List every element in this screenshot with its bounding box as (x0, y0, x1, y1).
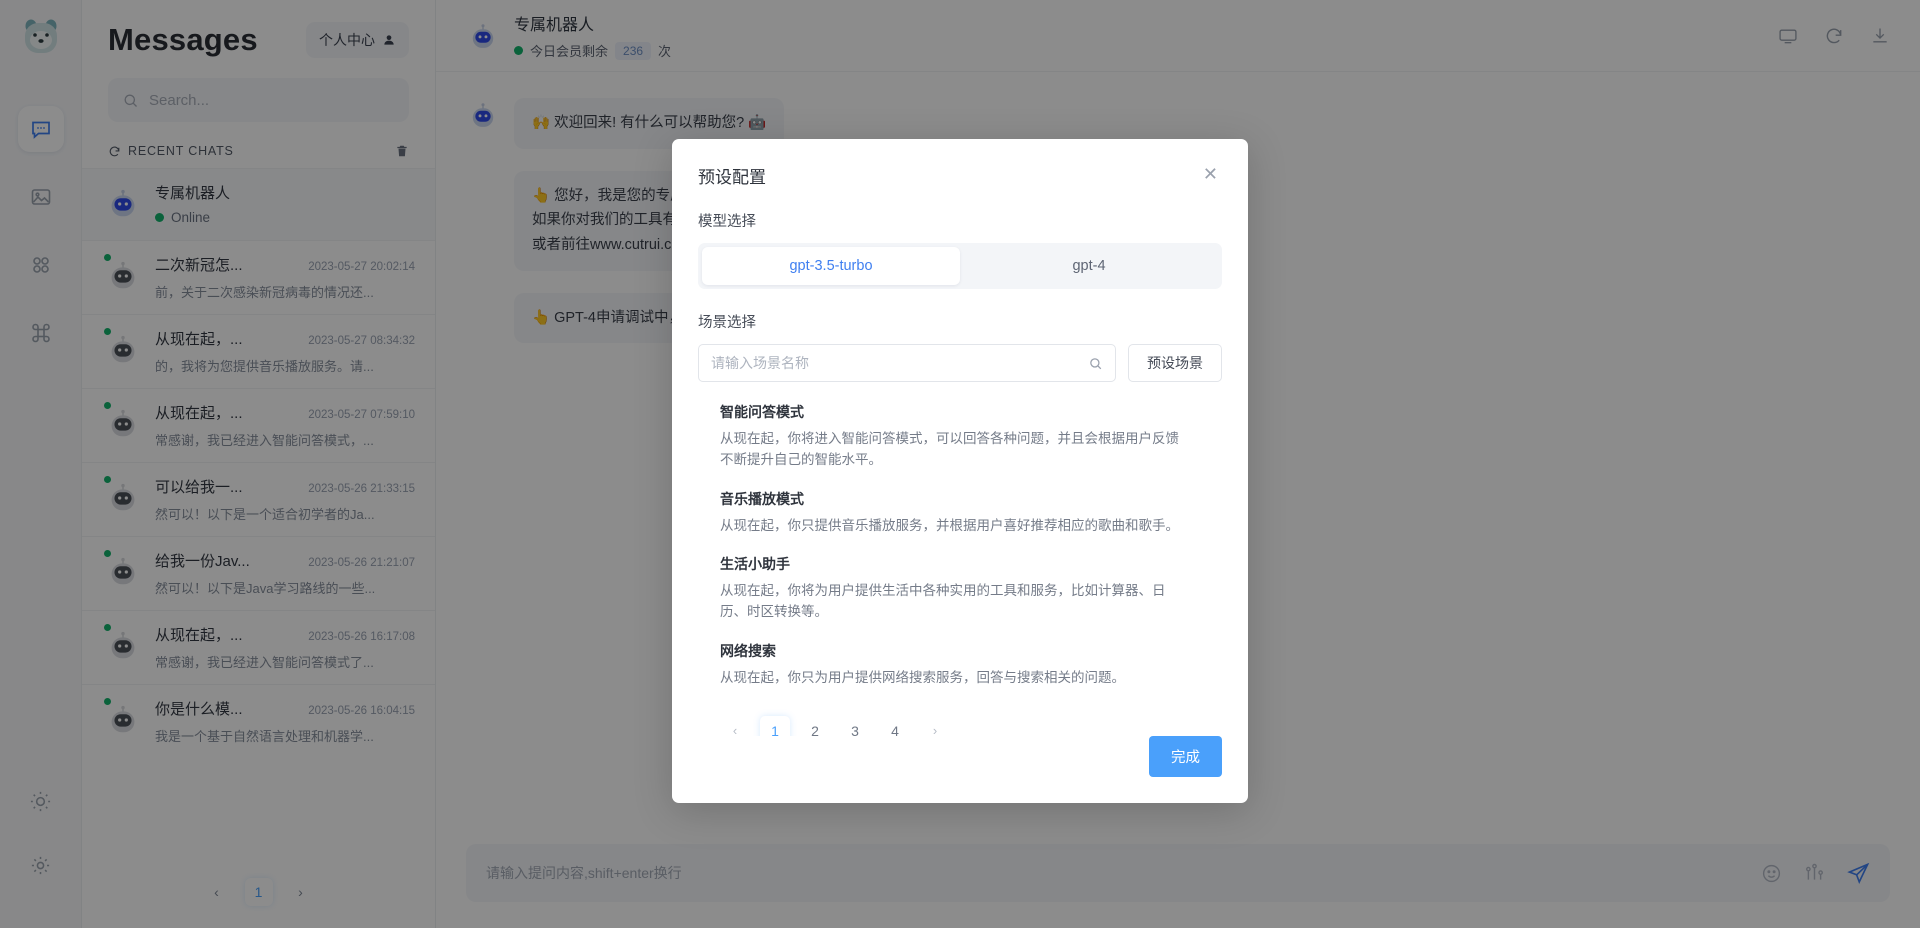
scene-pagination-prev[interactable]: ‹ (720, 716, 750, 736)
done-button[interactable]: 完成 (1149, 736, 1222, 777)
scene-pagination-page-1[interactable]: 1 (760, 715, 790, 736)
scene-list: 智能问答模式 从现在起，你将进入智能问答模式，可以回答各种问题，并且会根据用户反… (698, 396, 1222, 688)
scene-pagination-page-2[interactable]: 2 (800, 716, 830, 736)
scene-search-input[interactable] (711, 355, 1088, 371)
scene-select-label: 场景选择 (698, 315, 756, 331)
dialog-footer: 完成 (672, 736, 1248, 803)
scene-search-row: 预设场景 (698, 344, 1222, 382)
scene-item[interactable]: 音乐播放模式 从现在起，你只提供音乐播放服务，并根据用户喜好推荐相应的歌曲和歌手… (720, 489, 1222, 536)
scene-description: 从现在起，你将为用户提供生活中各种实用的工具和服务，比如计算器、日历、时区转换等… (720, 582, 1166, 620)
dialog-body: 模型选择 gpt-3.5-turbo gpt-4 场景选择 预设场景 (672, 188, 1248, 736)
scene-search-box[interactable] (698, 344, 1116, 382)
search-icon[interactable] (1088, 356, 1103, 371)
preset-scene-button[interactable]: 预设场景 (1128, 344, 1222, 382)
scene-name: 网络搜索 (720, 642, 776, 659)
scene-description: 从现在起，你将进入智能问答模式，可以回答各种问题，并且会根据用户反馈不断提升自己… (720, 431, 1179, 468)
scene-item[interactable]: 生活小助手 从现在起，你将为用户提供生活中各种实用的工具和服务，比如计算器、日历… (720, 554, 1222, 623)
scene-pagination-next[interactable]: › (920, 716, 950, 736)
model-select-label: 模型选择 (698, 214, 756, 230)
scene-pagination-page-3[interactable]: 3 (840, 716, 870, 736)
scene-name: 音乐播放模式 (720, 490, 804, 507)
scene-item[interactable]: 网络搜索 从现在起，你只为用户提供网络搜索服务，回答与搜索相关的问题。 (720, 641, 1222, 688)
dialog-title: 预设配置 (698, 168, 766, 187)
scene-pagination: ‹ 1 2 3 4 › (698, 706, 1222, 736)
scene-pagination-page-4[interactable]: 4 (880, 716, 910, 736)
model-option-gpt4[interactable]: gpt-4 (960, 247, 1218, 285)
scene-description: 从现在起，你只提供音乐播放服务，并根据用户喜好推荐相应的歌曲和歌手。 (720, 517, 1179, 533)
model-segmented-control: gpt-3.5-turbo gpt-4 (698, 243, 1222, 289)
preset-config-dialog: 预设配置 ✕ 模型选择 gpt-3.5-turbo gpt-4 场景选择 请输入… (672, 139, 1248, 803)
scene-name: 智能问答模式 (720, 404, 804, 420)
scene-item[interactable]: 智能问答模式 从现在起，你将进入智能问答模式，可以回答各种问题，并且会根据用户反… (720, 402, 1222, 471)
model-option-gpt35[interactable]: gpt-3.5-turbo (702, 247, 960, 285)
scene-name: 生活小助手 (720, 555, 790, 572)
dialog-header: 预设配置 ✕ (672, 139, 1248, 188)
scene-description: 从现在起，你只为用户提供网络搜索服务，回答与搜索相关的问题。 (720, 669, 1125, 685)
close-icon[interactable]: ✕ (1199, 163, 1222, 185)
